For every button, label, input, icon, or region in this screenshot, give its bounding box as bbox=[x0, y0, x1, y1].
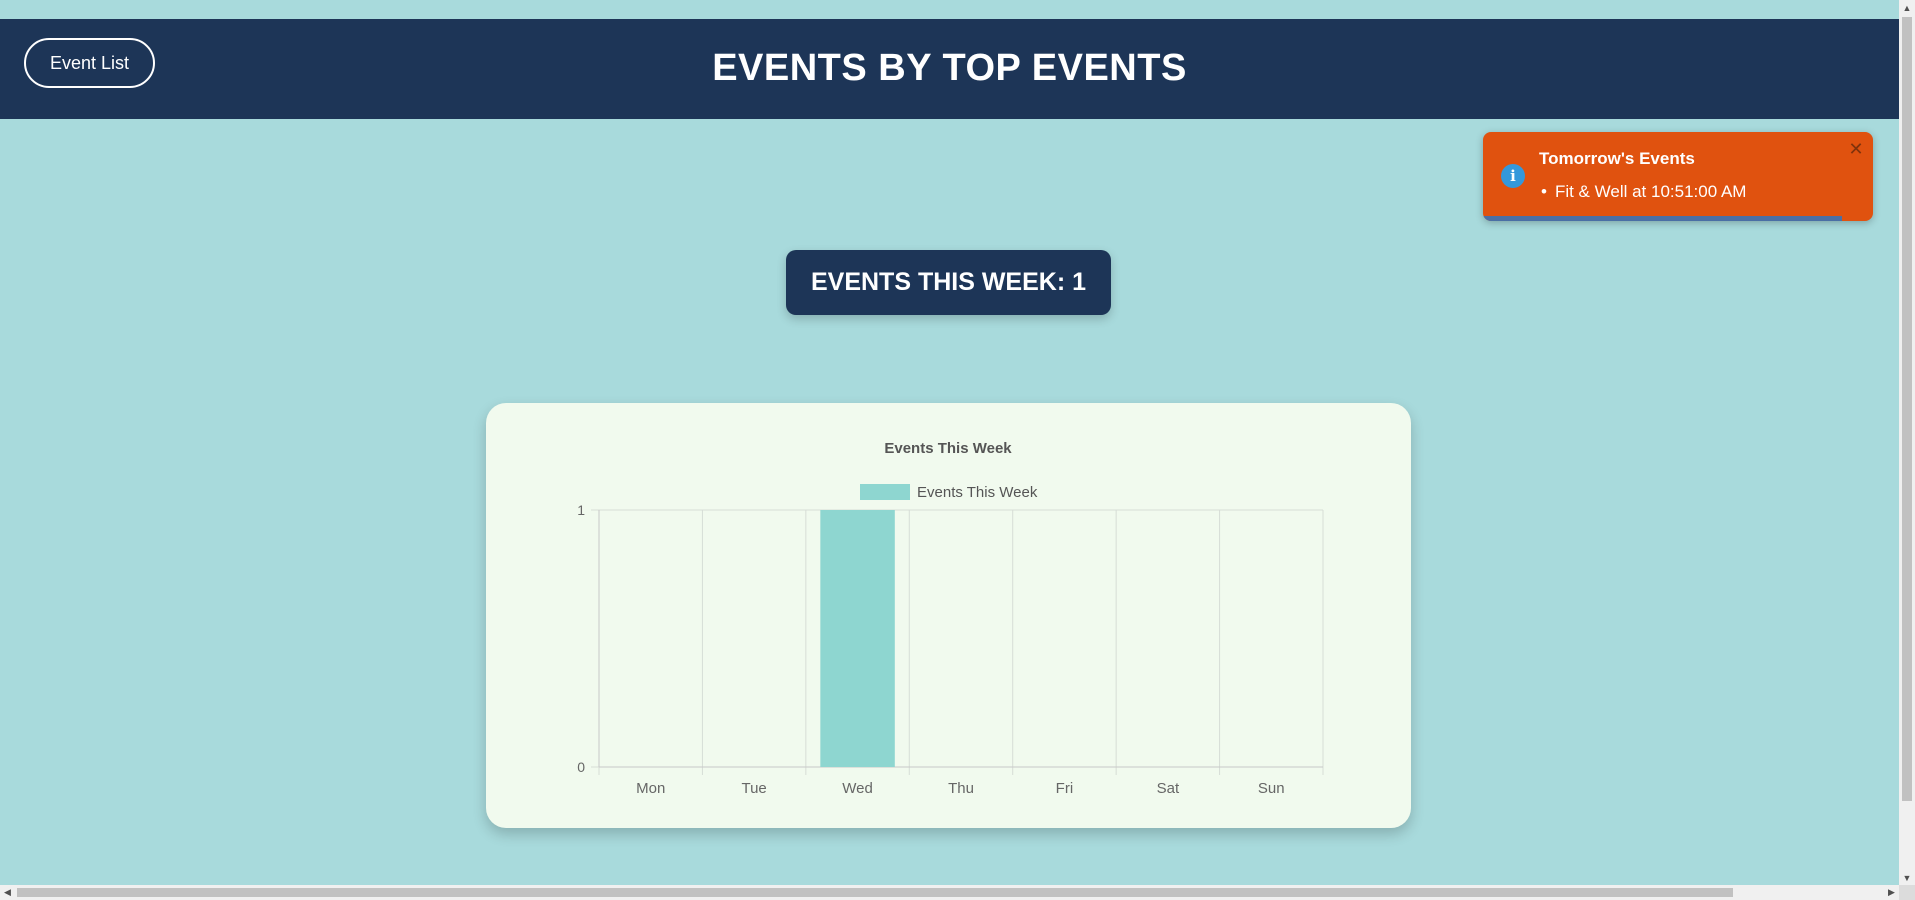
x-tick-label: Tue bbox=[741, 780, 766, 797]
events-this-week-badge: EVENTS THIS WEEK: 1 bbox=[786, 250, 1111, 315]
scroll-left-icon[interactable]: ◀ bbox=[0, 885, 15, 900]
horizontal-scrollbar[interactable]: ◀ ▶ bbox=[0, 885, 1899, 900]
page-title: EVENTS BY TOP EVENTS bbox=[712, 47, 1187, 89]
toast-title: Tomorrow's Events bbox=[1539, 149, 1695, 168]
scrollbar-corner bbox=[1899, 885, 1915, 900]
x-tick-label: Mon bbox=[636, 780, 665, 797]
toast-event-item: Fit & Well at 10:51:00 AM bbox=[1539, 182, 1747, 202]
scroll-up-icon[interactable]: ▲ bbox=[1899, 0, 1915, 15]
notification-toast: i Tomorrow's Events Fit & Well at 10:51:… bbox=[1483, 132, 1873, 221]
toast-progress-bar bbox=[1483, 216, 1842, 221]
events-bar-chart: Events This Week Events This Week 0 1 Mon T… bbox=[577, 440, 1324, 797]
x-tick-label: Sat bbox=[1157, 780, 1180, 797]
legend-swatch bbox=[860, 484, 910, 500]
chart-title: Events This Week bbox=[884, 440, 1012, 457]
horizontal-scroll-thumb[interactable] bbox=[17, 888, 1733, 897]
x-tick-label: Sun bbox=[1258, 780, 1285, 797]
x-tick-label: Wed bbox=[842, 780, 873, 797]
legend-label: Events This Week bbox=[917, 484, 1038, 501]
x-tick-label: Fri bbox=[1056, 780, 1074, 797]
y-tick-label: 1 bbox=[577, 502, 585, 518]
y-tick-label: 0 bbox=[577, 759, 585, 775]
chart-card: Events This Week Events This Week 0 1 Mon T… bbox=[486, 403, 1411, 828]
top-header: Event List EVENTS BY TOP EVENTS bbox=[0, 19, 1899, 119]
bar-wed bbox=[820, 510, 895, 767]
x-tick-label: Thu bbox=[948, 780, 974, 797]
toast-event-list: Fit & Well at 10:51:00 AM bbox=[1539, 182, 1747, 202]
info-icon: i bbox=[1501, 164, 1525, 188]
scroll-down-icon[interactable]: ▼ bbox=[1899, 870, 1915, 885]
scroll-right-icon[interactable]: ▶ bbox=[1884, 885, 1899, 900]
vertical-scroll-thumb[interactable] bbox=[1902, 17, 1912, 801]
close-icon[interactable]: ✕ bbox=[1847, 140, 1865, 158]
vertical-scrollbar[interactable]: ▲ ▼ bbox=[1899, 0, 1915, 885]
